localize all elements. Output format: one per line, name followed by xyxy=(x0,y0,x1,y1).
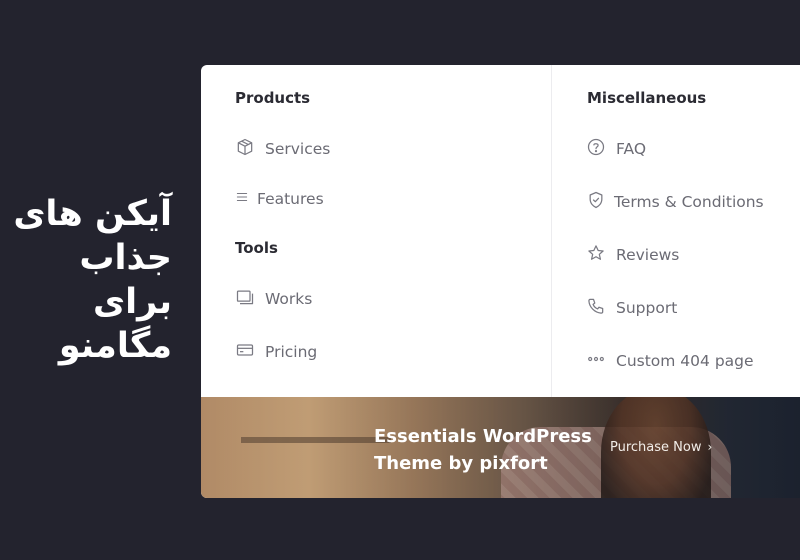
star-icon xyxy=(586,243,606,267)
menu-item-label: Terms & Conditions xyxy=(614,193,764,211)
promo-line: جذاب xyxy=(79,238,172,278)
menu-item-custom-404[interactable]: Custom 404 page xyxy=(586,349,754,373)
promo-line: مگامنو xyxy=(58,326,172,366)
menu-item-label: Features xyxy=(257,190,324,208)
phone-icon xyxy=(586,296,606,320)
menu-item-label: Pricing xyxy=(265,343,318,361)
menu-item-works[interactable]: Works xyxy=(235,287,312,311)
images-icon xyxy=(235,287,255,311)
promo-text: آیکن های جذاب برای مگامنو xyxy=(12,192,172,368)
list-icon xyxy=(235,190,249,208)
banner-title: Essentials WordPress Theme by pixfort xyxy=(374,426,592,474)
tools-heading: Tools xyxy=(235,239,278,257)
chevron-right-icon: › xyxy=(707,440,713,454)
miscellaneous-heading: Miscellaneous xyxy=(587,89,707,107)
column-divider xyxy=(551,65,552,397)
purchase-now-label: Purchase Now xyxy=(610,440,702,455)
promo-banner: Essentials WordPress Theme by pixfort Pu… xyxy=(201,397,800,498)
menu-item-services[interactable]: Services xyxy=(235,137,330,161)
credit-card-icon xyxy=(235,340,255,364)
purchase-now-link[interactable]: Purchase Now › xyxy=(610,440,712,455)
menu-item-label: FAQ xyxy=(616,140,647,158)
mega-menu: Products Services Features Tools Works P… xyxy=(201,65,800,498)
menu-item-terms[interactable]: Terms & Conditions xyxy=(586,190,764,214)
menu-item-reviews[interactable]: Reviews xyxy=(586,243,679,267)
menu-item-faq[interactable]: FAQ xyxy=(586,137,646,161)
promo-line: برای xyxy=(93,282,172,322)
menu-item-features[interactable]: Features xyxy=(235,190,324,208)
menu-item-label: Support xyxy=(616,299,678,317)
products-heading: Products xyxy=(235,89,311,107)
menu-item-label: Works xyxy=(265,290,313,308)
box-icon xyxy=(235,137,255,161)
dots-icon xyxy=(586,349,606,373)
menu-item-label: Reviews xyxy=(616,246,680,264)
menu-item-pricing[interactable]: Pricing xyxy=(235,340,317,364)
menu-item-label: Services xyxy=(265,140,331,158)
shield-check-icon xyxy=(586,190,606,214)
menu-item-label: Custom 404 page xyxy=(616,352,754,370)
question-circle-icon xyxy=(586,137,606,161)
promo-line: آیکن های xyxy=(13,194,172,234)
menu-item-support[interactable]: Support xyxy=(586,296,677,320)
